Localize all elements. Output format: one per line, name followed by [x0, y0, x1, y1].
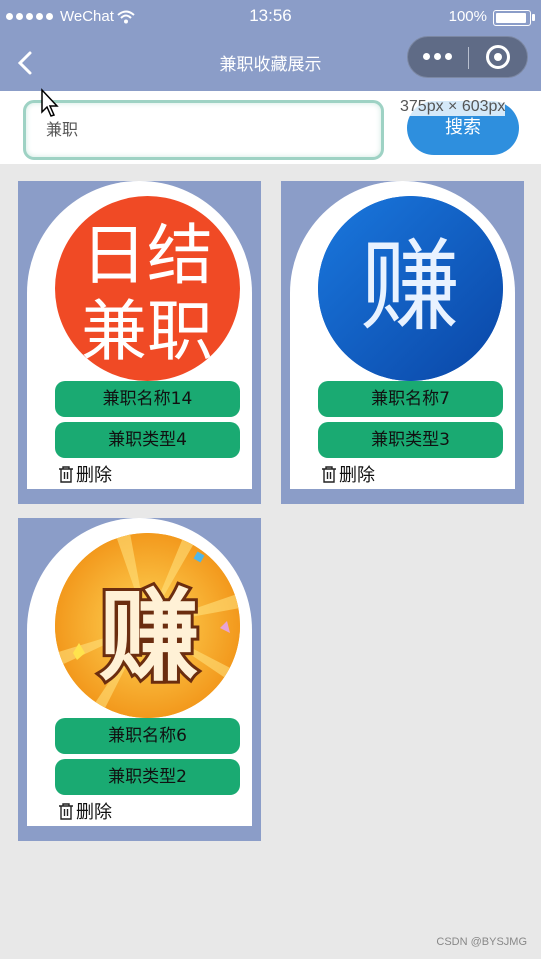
job-type-tag: 兼职类型4	[55, 422, 240, 458]
job-image: 赚	[318, 196, 503, 381]
devtools-size-label: 375px × 603px	[400, 98, 506, 116]
job-name-tag: 兼职名称7	[318, 381, 503, 417]
job-image: 日结 兼职	[55, 196, 240, 381]
trash-icon	[59, 466, 73, 483]
delete-button[interactable]: 删除	[321, 461, 375, 487]
nav-bar: 兼职收藏展示	[0, 34, 541, 91]
delete-label: 删除	[76, 465, 112, 486]
battery-fill	[496, 13, 526, 23]
image-text: 兼职	[81, 293, 213, 370]
job-name-tag: 兼职名称14	[55, 381, 240, 417]
delete-button[interactable]: 删除	[58, 798, 112, 824]
card-body: 日结 兼职 兼职名称14 兼职类型4 删除	[27, 181, 252, 489]
image-text: 赚	[99, 578, 199, 695]
delete-label: 删除	[339, 465, 375, 486]
delete-label: 删除	[76, 802, 112, 823]
job-name-tag: 兼职名称6	[55, 718, 240, 754]
favorite-card[interactable]: 赚 兼职名称6 兼职类型2 删除	[18, 518, 261, 841]
mini-program-capsule	[407, 36, 528, 78]
job-type-tag: 兼职类型3	[318, 422, 503, 458]
capsule-divider	[468, 47, 469, 69]
watermark: CSDN @BYSJMG	[436, 936, 527, 948]
close-icon[interactable]	[486, 45, 510, 69]
status-bar: WeChat 13:56 100%	[0, 0, 541, 34]
battery-icon	[493, 10, 535, 26]
search-input[interactable]: 兼职	[23, 100, 384, 160]
image-text: 日结	[81, 217, 213, 294]
job-type-tag: 兼职类型2	[55, 759, 240, 795]
card-body: 赚 兼职名称7 兼职类型3 删除	[290, 181, 515, 489]
more-icon[interactable]	[423, 53, 452, 60]
delete-button[interactable]: 删除	[58, 461, 112, 487]
favorite-card[interactable]: 日结 兼职 兼职名称14 兼职类型4 删除	[18, 181, 261, 504]
trash-icon	[59, 803, 73, 820]
image-text: 赚	[360, 228, 460, 345]
battery-percent: 100%	[448, 8, 487, 25]
favorite-card[interactable]: 赚 兼职名称7 兼职类型3 删除	[281, 181, 524, 504]
mouse-cursor-icon	[41, 88, 59, 117]
job-image: 赚	[55, 533, 240, 718]
trash-icon	[322, 466, 336, 483]
card-body: 赚 兼职名称6 兼职类型2 删除	[27, 518, 252, 826]
